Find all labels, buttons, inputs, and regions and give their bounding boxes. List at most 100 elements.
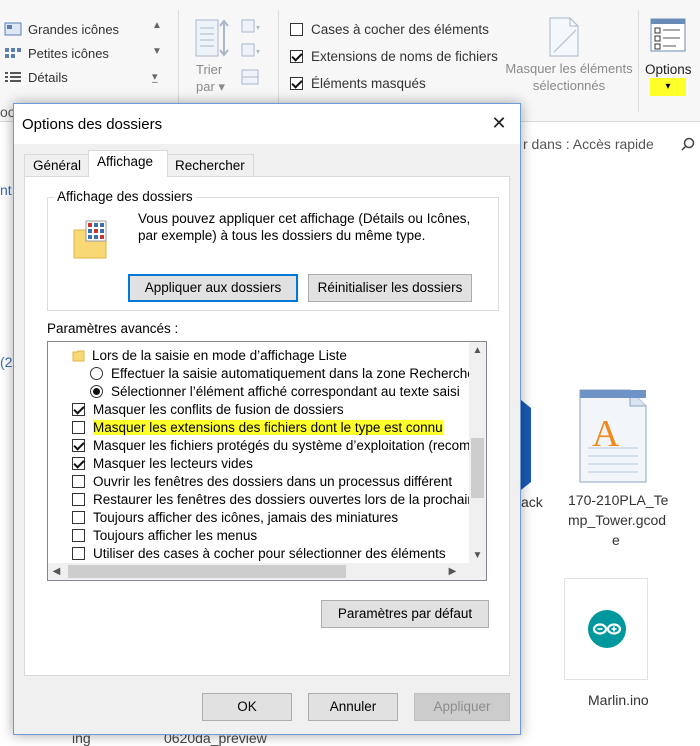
- setting-label: Toujours afficher des icônes, jamais des…: [93, 509, 399, 525]
- setting-radio[interactable]: [90, 384, 103, 398]
- setting-checkbox[interactable]: [72, 402, 85, 416]
- svg-text:▾: ▾: [256, 23, 260, 32]
- file-icon: [521, 400, 531, 490]
- layout-scroll[interactable]: ▲ ▼ ▾̲: [152, 20, 166, 90]
- horizontal-scrollbar[interactable]: ◀ ▶: [48, 563, 486, 580]
- settings-row[interactable]: Masquer les fichiers protégés du système…: [72, 436, 487, 454]
- setting-label: Masquer les fichiers protégés du système…: [93, 437, 487, 453]
- sort-label: Trier: [196, 62, 223, 77]
- search-placeholder: r dans : Accès rapide: [523, 136, 654, 152]
- hide-selected-icon: [549, 17, 579, 57]
- scroll-up-icon[interactable]: ▲: [152, 20, 162, 31]
- setting-label: Effectuer la saisie automatiquement dans…: [111, 365, 475, 381]
- setting-label: Sélectionner l’élément affiché correspon…: [111, 383, 460, 399]
- scroll-down-icon[interactable]: ▼: [152, 46, 162, 57]
- setting-checkbox[interactable]: [72, 474, 85, 488]
- tab-view[interactable]: Affichage: [88, 150, 168, 177]
- ribbon-separator: [178, 10, 179, 112]
- svg-text:A: A: [592, 413, 620, 455]
- setting-checkbox[interactable]: [72, 546, 85, 560]
- file-extensions-label: Extensions de noms de fichiers: [311, 48, 498, 64]
- settings-row[interactable]: Effectuer la saisie automatiquement dans…: [90, 364, 475, 382]
- setting-checkbox[interactable]: [72, 492, 85, 506]
- folder-views-legend: Affichage des dossiers: [54, 189, 196, 204]
- setting-label: Lors de la saisie en mode d’affichage Li…: [92, 347, 347, 363]
- reset-folders-button[interactable]: Réinitialiser les dossiers: [308, 274, 472, 302]
- dialog-titlebar[interactable]: Options des dossiers ✕: [14, 104, 520, 144]
- folder-views-description: Vous pouvez appliquer cet affichage (Dét…: [138, 211, 471, 243]
- expand-icon[interactable]: ▾̲: [152, 70, 158, 83]
- settings-row[interactable]: Toujours afficher des icônes, jamais des…: [72, 508, 398, 526]
- close-icon[interactable]: ✕: [488, 112, 510, 134]
- ok-button[interactable]: OK: [202, 693, 292, 721]
- file-tile-gcode[interactable]: A 170-210PLA_Te mp_Tower.gcod e: [568, 388, 692, 553]
- hidden-items-toggle[interactable]: Éléments masqués: [290, 72, 426, 94]
- folder-views-group: Affichage des dossiers Vous pouvez appli…: [47, 189, 499, 311]
- file-caption: ack: [521, 494, 543, 510]
- tab-search[interactable]: Rechercher: [166, 154, 254, 176]
- setting-label: Restaurer les fenêtres des dossiers ouve…: [93, 491, 486, 507]
- setting-label: Utiliser des cases à cocher pour sélecti…: [93, 545, 446, 561]
- left-pane-fragment: nt: [0, 182, 12, 198]
- apply-to-folders-button[interactable]: Appliquer aux dossiers: [128, 274, 298, 302]
- search-icon: [681, 137, 695, 151]
- setting-label: Ouvrir les fenêtres des dossiers dans un…: [93, 473, 453, 489]
- document-text-icon: A: [579, 389, 647, 483]
- setting-label: Masquer les conflits de fusion de dossie…: [93, 401, 344, 417]
- setting-label: Toujours afficher les menus: [93, 527, 258, 543]
- small-icons-icon: [4, 46, 22, 60]
- settings-row[interactable]: Restaurer les fenêtres des dossiers ouve…: [72, 490, 486, 508]
- setting-checkbox[interactable]: [72, 438, 85, 452]
- file-extensions-toggle[interactable]: Extensions de noms de fichiers: [290, 45, 498, 67]
- layout-large-icons[interactable]: Grandes icônes: [4, 18, 119, 40]
- file-caption: mp_Tower.gcod: [568, 512, 667, 528]
- scroll-down-icon[interactable]: ▼: [469, 547, 486, 564]
- advanced-settings-list[interactable]: Lors de la saisie en mode d’affichage Li…: [47, 341, 487, 581]
- tab-general[interactable]: Général: [24, 154, 90, 176]
- settings-row[interactable]: Masquer les lecteurs vides: [72, 454, 253, 472]
- layout-small-icons[interactable]: Petites icônes: [4, 42, 109, 64]
- options-icon: [650, 18, 686, 52]
- settings-row[interactable]: Masquer les extensions des fichiers dont…: [72, 418, 443, 436]
- item-checkboxes-checkbox[interactable]: [290, 22, 303, 36]
- file-extensions-checkbox[interactable]: [290, 49, 303, 63]
- restore-defaults-button[interactable]: Paramètres par défaut: [321, 600, 489, 628]
- settings-row[interactable]: Toujours afficher les menus: [72, 526, 257, 544]
- vertical-scrollbar[interactable]: ▲ ▼: [469, 342, 486, 564]
- setting-checkbox[interactable]: [72, 420, 85, 434]
- settings-row[interactable]: Utiliser des cases à cocher pour sélecti…: [72, 544, 446, 562]
- svg-text:▾: ▾: [256, 47, 260, 56]
- scroll-left-icon[interactable]: ◀: [48, 563, 65, 580]
- hidden-items-checkbox[interactable]: [290, 76, 303, 90]
- options-button[interactable]: Options ▾: [640, 0, 700, 122]
- group-columns-icon: ▾ ▾: [241, 19, 260, 85]
- large-icons-icon: [4, 22, 22, 36]
- settings-row[interactable]: Masquer les conflits de fusion de dossie…: [72, 400, 344, 418]
- settings-row[interactable]: Sélectionner l’élément affiché correspon…: [90, 382, 460, 400]
- file-caption: Marlin.ino: [588, 692, 649, 708]
- scroll-right-icon[interactable]: ▶: [444, 563, 461, 580]
- settings-row[interactable]: Ouvrir les fenêtres des dossiers dans un…: [72, 472, 452, 490]
- file-tile-partial[interactable]: [521, 400, 541, 490]
- layout-large-icons-label: Grandes icônes: [28, 21, 120, 37]
- arduino-icon: [588, 610, 626, 648]
- scroll-up-icon[interactable]: ▲: [469, 342, 486, 359]
- setting-checkbox[interactable]: [72, 456, 85, 470]
- setting-checkbox[interactable]: [72, 528, 85, 542]
- setting-radio[interactable]: [90, 366, 103, 380]
- setting-checkbox[interactable]: [72, 510, 85, 524]
- tab-search-label: Rechercher: [175, 158, 245, 173]
- layout-list: Grandes icônes Petites icônes Détails: [0, 18, 168, 92]
- search-box[interactable]: r dans : Accès rapide: [521, 128, 700, 160]
- apply-button[interactable]: Appliquer: [414, 693, 510, 721]
- setting-label: Masquer les extensions des fichiers dont…: [93, 419, 443, 435]
- cancel-button[interactable]: Annuler: [308, 693, 398, 721]
- folder-icon: [72, 349, 92, 362]
- layout-details[interactable]: Détails: [4, 66, 68, 88]
- vertical-scroll-thumb[interactable]: [471, 438, 484, 498]
- horizontal-scroll-thumb[interactable]: [68, 565, 346, 578]
- options-dropdown-icon[interactable]: ▾: [650, 78, 686, 96]
- file-tile-marlin[interactable]: [564, 578, 648, 688]
- tab-general-label: Général: [33, 158, 82, 173]
- item-checkboxes-toggle[interactable]: Cases à cocher des éléments: [290, 18, 489, 40]
